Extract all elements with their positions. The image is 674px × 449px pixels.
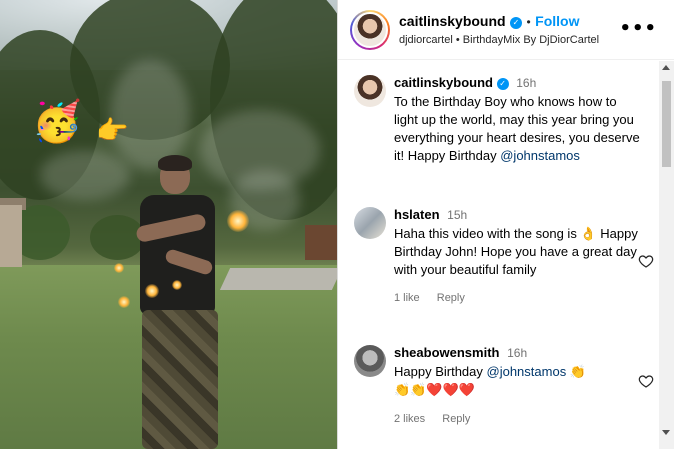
author-avatar-photo: [352, 12, 388, 48]
mention-link[interactable]: @johnstamos: [500, 148, 580, 163]
comment-text: Happy Birthday @johnstamos 👏: [394, 363, 644, 382]
reply-button[interactable]: Reply: [437, 292, 465, 304]
sparkler-flare: [227, 210, 249, 232]
follow-button[interactable]: Follow: [535, 13, 579, 29]
sparkler-flare: [145, 284, 159, 298]
audio-credit-user[interactable]: djdiorcartel: [399, 34, 453, 46]
author-line: caitlinskybound ✓ • Follow: [399, 13, 579, 31]
reply-button[interactable]: Reply: [442, 413, 470, 425]
scroll-thumb[interactable]: [662, 81, 671, 167]
comment-time[interactable]: 15h: [447, 208, 467, 222]
smoke-trail: [40, 150, 130, 200]
comment-username[interactable]: hslaten: [394, 207, 440, 222]
pointing-hand-sticker-icon: 👉: [96, 116, 129, 146]
comments-list[interactable]: caitlinskybound ✓ 16h To the Birthday Bo…: [338, 61, 660, 449]
comment-text-prefix: Happy Birthday: [394, 364, 483, 379]
commenter-avatar[interactable]: [354, 207, 386, 239]
comment-meta: 2 likes Reply: [394, 410, 644, 428]
verified-badge-icon: ✓: [496, 78, 509, 90]
audio-line: djdiorcartel • BirthdayMix By DjDiorCart…: [399, 34, 599, 46]
smoke-trail: [110, 60, 190, 170]
commenter-avatar[interactable]: [354, 345, 386, 377]
house: [0, 205, 22, 267]
comment-meta: 1 like Reply: [394, 289, 644, 307]
audio-track-link[interactable]: BirthdayMix By DjDiorCartel: [463, 34, 599, 46]
person-hair: [158, 155, 192, 171]
comment-text: To the Birthday Boy who knows how to lig…: [394, 93, 644, 165]
author-username[interactable]: caitlinskybound: [399, 13, 506, 29]
person-pants: [142, 310, 218, 449]
more-options-icon[interactable]: •••: [619, 18, 657, 39]
like-count[interactable]: 2 likes: [394, 413, 425, 425]
separator-dot: •: [526, 15, 531, 29]
sparkler-flare: [118, 296, 130, 308]
sparkler-flare: [114, 263, 124, 273]
author-avatar[interactable]: [350, 10, 390, 50]
heart-outline-icon[interactable]: [638, 373, 654, 389]
scroll-down-arrow-icon[interactable]: [662, 430, 670, 435]
mention-link[interactable]: @johnstamos: [487, 364, 567, 379]
comment-time[interactable]: 16h: [507, 346, 527, 360]
comments-scrollbar[interactable]: [659, 61, 674, 449]
heart-outline-icon[interactable]: [638, 253, 654, 269]
like-count[interactable]: 1 like: [394, 292, 420, 304]
post-panel: caitlinskybound ✓ • Follow djdiorcartel …: [337, 0, 674, 449]
clapping-hands-icon: 👏: [569, 365, 587, 380]
comment-text: Haha this video with the song is 👌 Happy…: [394, 226, 638, 277]
comment-username[interactable]: sheabowensmith: [394, 345, 499, 360]
comment-time[interactable]: 16h: [516, 76, 536, 90]
post-media[interactable]: 🥳 👉: [0, 0, 337, 449]
separator-dot: •: [455, 34, 460, 46]
party-face-sticker-icon: 🥳: [32, 99, 82, 145]
bench: [305, 225, 337, 260]
caption-author-avatar[interactable]: [354, 75, 386, 107]
walkway: [219, 268, 337, 290]
sparkler-flare: [172, 280, 182, 290]
post-header: caitlinskybound ✓ • Follow djdiorcartel …: [338, 0, 674, 60]
verified-badge-icon: ✓: [510, 17, 523, 29]
scroll-up-arrow-icon[interactable]: [662, 65, 670, 70]
comment-username[interactable]: caitlinskybound: [394, 75, 493, 90]
emoji-line: 👏👏❤️❤️❤️: [394, 383, 475, 398]
